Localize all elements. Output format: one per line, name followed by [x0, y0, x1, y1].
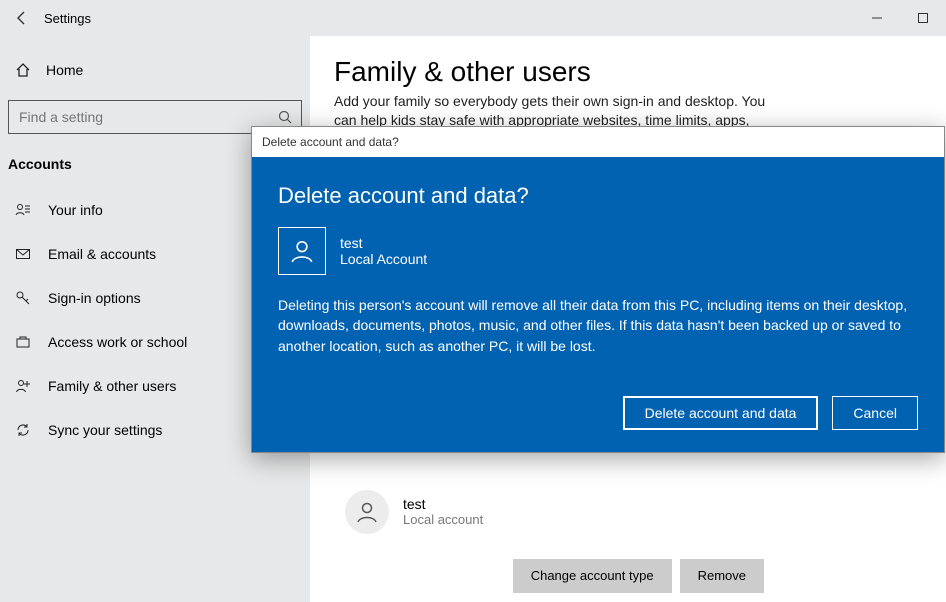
home-label: Home: [46, 62, 83, 78]
avatar: [345, 490, 389, 534]
dialog-titlebar: Delete account and data?: [252, 127, 944, 157]
sidebar-item-label: Access work or school: [48, 334, 187, 350]
person-icon: [355, 500, 379, 524]
home-nav[interactable]: Home: [0, 50, 310, 90]
user-name: test: [403, 496, 483, 512]
sidebar-item-label: Sign-in options: [48, 290, 141, 306]
key-icon: [14, 290, 32, 306]
minimize-icon: [871, 12, 883, 24]
search-input[interactable]: [17, 108, 277, 126]
arrow-left-icon: [14, 10, 30, 26]
cancel-button[interactable]: Cancel: [832, 396, 918, 430]
briefcase-icon: [14, 334, 32, 350]
dialog-heading: Delete account and data?: [278, 183, 918, 209]
person-icon: [289, 238, 315, 264]
sidebar-item-label: Family & other users: [48, 378, 176, 394]
sync-icon: [14, 422, 32, 438]
dialog-user-type: Local Account: [340, 251, 427, 267]
minimize-button[interactable]: [854, 0, 900, 36]
dialog-body-text: Deleting this person's account will remo…: [278, 295, 918, 356]
search-icon: [277, 109, 293, 125]
person-card-icon: [14, 202, 32, 218]
page-heading: Family & other users: [334, 56, 922, 88]
back-button[interactable]: [0, 0, 44, 36]
user-type: Local account: [403, 512, 483, 527]
sidebar-item-label: Sync your settings: [48, 422, 162, 438]
dialog-user-name: test: [340, 235, 427, 251]
window-title: Settings: [44, 11, 91, 26]
change-account-type-button[interactable]: Change account type: [513, 559, 672, 593]
user-row[interactable]: test Local account: [334, 483, 764, 541]
remove-button[interactable]: Remove: [680, 559, 764, 593]
delete-confirm-button[interactable]: Delete account and data: [623, 396, 819, 430]
maximize-button[interactable]: [900, 0, 946, 36]
person-plus-icon: [14, 378, 32, 394]
title-bar: Settings: [0, 0, 946, 36]
mail-icon: [14, 246, 32, 262]
sidebar-item-label: Email & accounts: [48, 246, 156, 262]
delete-account-dialog: Delete account and data? Delete account …: [251, 126, 945, 453]
avatar: [278, 227, 326, 275]
sidebar-item-label: Your info: [48, 202, 103, 218]
maximize-icon: [917, 12, 929, 24]
home-icon: [14, 62, 32, 78]
dialog-user: test Local Account: [278, 227, 918, 275]
